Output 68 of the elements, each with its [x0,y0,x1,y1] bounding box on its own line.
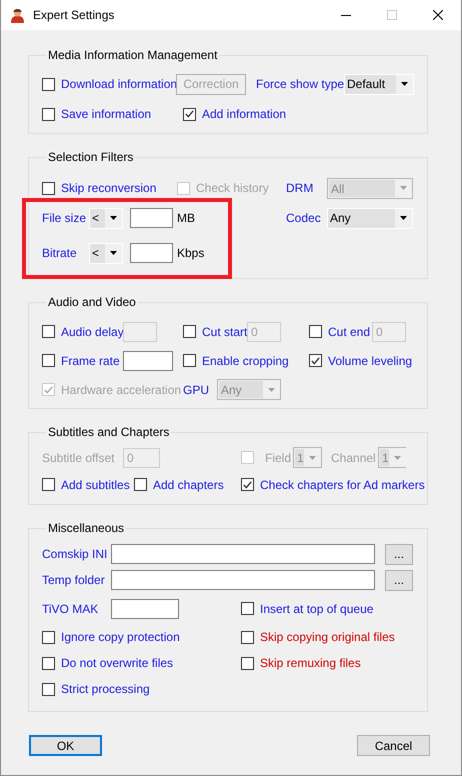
check-icon [311,356,320,364]
field-label: Force show type [256,77,344,91]
checkbox[interactable]: Add information [183,107,286,121]
checkbox[interactable]: Strict processing [42,682,150,696]
field-label: Bitrate [42,246,77,260]
input-field[interactable] [111,598,179,618]
field-label: DRM [286,181,314,195]
group-title: Miscellaneous [47,521,126,535]
checkbox[interactable]: Audio delay [42,324,124,338]
dropdown[interactable]: < [89,242,123,264]
field-label: File size [42,211,86,225]
caret-icon [268,388,275,392]
dropdown[interactable]: Default [344,74,414,94]
input-field[interactable] [111,544,375,564]
caret-icon [309,456,316,460]
dialog-button[interactable]: OK [29,735,102,756]
caret-icon [394,456,401,460]
checkbox[interactable]: Do not overwrite files [42,656,174,670]
checkbox[interactable]: Add subtitles [42,478,130,492]
checkbox[interactable]: Enable cropping [183,354,289,368]
caret-icon [400,216,407,220]
field-label: TiVO MAK [42,602,98,616]
window-title: Expert Settings [33,8,116,22]
button[interactable]: ... [385,544,413,564]
checkbox[interactable]: Save information [42,107,152,121]
app-icon [10,7,25,23]
close-icon [433,10,443,20]
dropdown[interactable]: < [89,208,123,228]
dialog-button[interactable]: Cancel [357,735,430,756]
group-title: Subtitles and Chapters [47,425,170,439]
checkbox[interactable]: Frame rate [42,354,120,368]
field-label: Temp folder [42,573,105,587]
input-field[interactable] [130,243,173,263]
checkbox[interactable]: Insert at top of queue [241,602,374,616]
caret-icon [401,82,408,86]
checkbox[interactable]: Ignore copy protection [42,630,180,644]
caret-icon [110,251,117,255]
check-icon [44,386,53,394]
caret-icon [400,186,407,190]
checkbox[interactable]: Cut end [309,324,370,338]
checkbox[interactable]: Skip copying original files [241,630,395,644]
field-label: Subtitle offset [42,450,114,464]
unit-label: Kbps [177,246,204,260]
dropdown[interactable]: Any [327,208,413,228]
field-label: Field [265,450,292,464]
checkbox[interactable]: Cut start [183,324,248,338]
check-icon [243,480,252,488]
checkbox[interactable]: Download information [42,77,178,91]
checkbox[interactable]: Volume leveling [309,354,412,368]
check-icon [185,110,194,118]
caret-icon [110,216,117,220]
checkbox[interactable]: Skip reconversion [42,181,156,195]
checkbox[interactable]: Add chapters [134,478,224,492]
checkbox[interactable]: Skip remuxing files [241,656,361,670]
group-title: Selection Filters [47,150,134,164]
field-label: Channel [331,450,376,464]
field-label: GPU [183,382,210,396]
input-field[interactable] [123,350,173,370]
field-label: Codec [286,211,321,225]
checkbox[interactable]: Check chapters for Ad markers [241,478,425,492]
unit-label: MB [177,211,195,225]
group-title: Audio and Video [47,295,137,309]
group-title: Media Information Management [47,48,218,62]
field-label: Comskip INI [42,547,108,561]
input-field[interactable] [130,208,173,228]
button[interactable]: ... [385,570,413,590]
maximize-icon [387,10,397,20]
input-field[interactable] [111,570,375,590]
